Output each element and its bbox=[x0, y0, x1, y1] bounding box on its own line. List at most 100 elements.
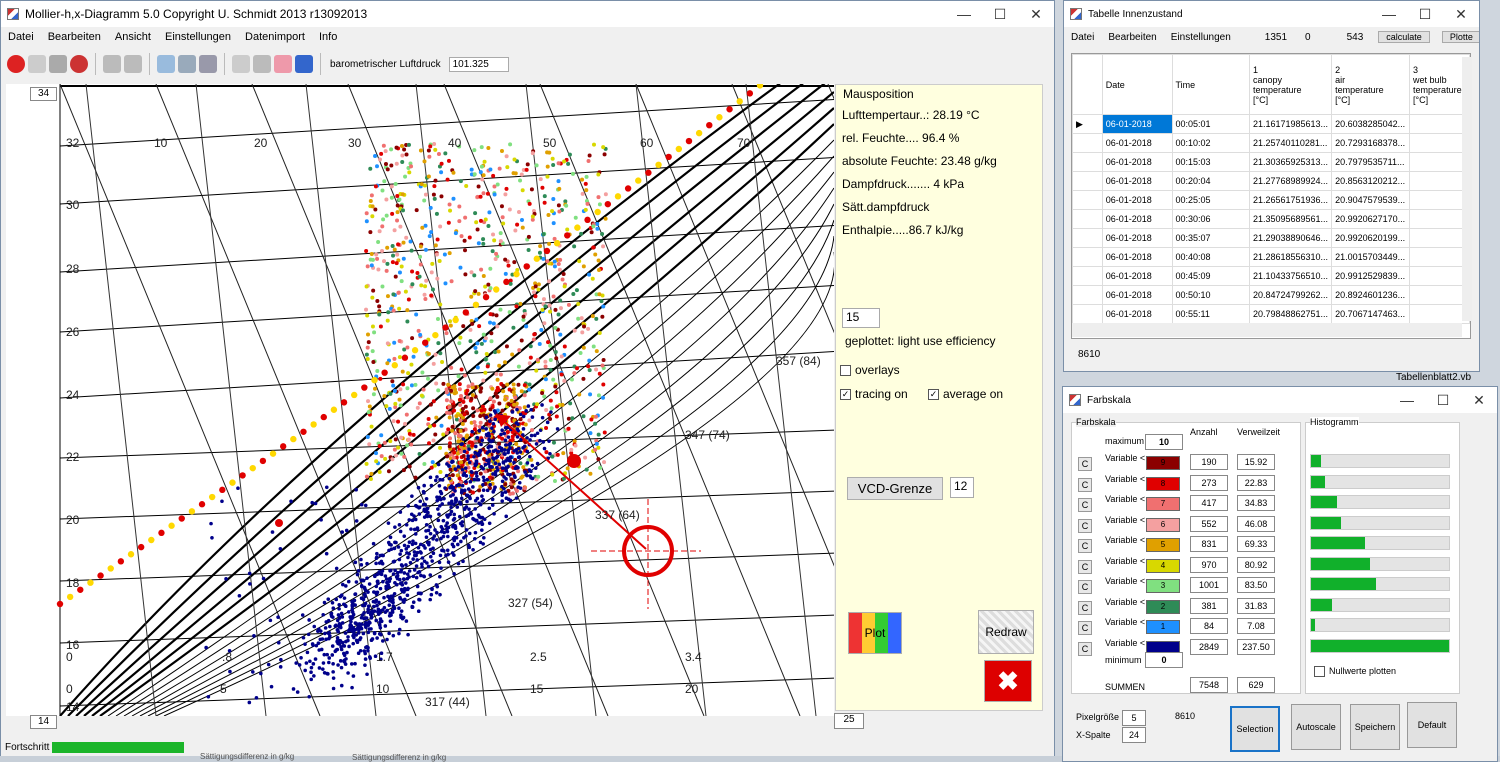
row-selector[interactable]: ▶ bbox=[1072, 114, 1103, 134]
save-button[interactable]: Speichern bbox=[1350, 704, 1400, 750]
minimize-icon[interactable]: — bbox=[1371, 6, 1407, 22]
color-pick-button[interactable]: C bbox=[1078, 580, 1092, 594]
menu-datei[interactable]: Datei bbox=[1064, 32, 1101, 43]
overlays-checkbox[interactable]: overlays bbox=[840, 363, 900, 377]
color-swatch[interactable]: 2 bbox=[1146, 599, 1180, 614]
table-cell[interactable]: 20.7293168378... bbox=[1331, 133, 1411, 153]
table-cell[interactable]: 21.30365925313... bbox=[1248, 152, 1333, 172]
table-cell[interactable] bbox=[1409, 285, 1470, 305]
table-row[interactable]: 06-01-2018 00:30:06 21.35095689561... 20.99… bbox=[1072, 209, 1470, 229]
table-cell[interactable]: 06-01-2018 bbox=[1101, 266, 1173, 286]
color-swatch[interactable]: 5 bbox=[1146, 538, 1180, 552]
col-time[interactable]: Time bbox=[1171, 54, 1250, 115]
palette-icon[interactable] bbox=[274, 55, 292, 73]
table-cell[interactable]: 06-01-2018 bbox=[1101, 209, 1173, 229]
close-icon[interactable]: ✕ bbox=[1461, 392, 1497, 409]
table-cell[interactable]: 06-01-2018 bbox=[1101, 304, 1173, 324]
table-cell[interactable] bbox=[1409, 114, 1470, 134]
redraw-button[interactable]: Redraw bbox=[978, 610, 1034, 654]
plotte-button[interactable]: Plotte bbox=[1441, 31, 1479, 43]
menu-bearbeiten[interactable]: Bearbeiten bbox=[1101, 32, 1163, 43]
table-cell[interactable]: 20.8563120212... bbox=[1331, 171, 1411, 191]
chart-area[interactable] bbox=[6, 84, 834, 716]
table-cell[interactable]: 00:25:05 bbox=[1171, 190, 1250, 210]
table-row[interactable]: 06-01-2018 00:35:07 21.29038890646... 20.99… bbox=[1072, 228, 1470, 248]
table-cell[interactable]: 20.9920627170... bbox=[1331, 209, 1411, 229]
table-cell[interactable]: 06-01-2018 bbox=[1101, 114, 1173, 134]
ruler-icon[interactable] bbox=[178, 55, 196, 73]
table-cell[interactable]: 20.9920620199... bbox=[1331, 228, 1411, 248]
menu-einstellungen[interactable]: Einstellungen bbox=[1164, 32, 1238, 43]
default-button[interactable]: Default bbox=[1407, 702, 1457, 748]
row-selector[interactable] bbox=[1072, 247, 1103, 267]
menu-datenimport[interactable]: Datenimport bbox=[238, 31, 312, 43]
table-cell[interactable]: 21.26561751936... bbox=[1248, 190, 1333, 210]
row-selector[interactable] bbox=[1072, 304, 1103, 324]
table-cell[interactable]: 21.10433756510... bbox=[1248, 266, 1333, 286]
table-cell[interactable]: 06-01-2018 bbox=[1101, 190, 1173, 210]
table-cell[interactable]: 21.28618556310... bbox=[1248, 247, 1333, 267]
table-cell[interactable]: 06-01-2018 bbox=[1101, 285, 1173, 305]
menu-bearbeiten[interactable]: Bearbeiten bbox=[41, 31, 108, 43]
table-cell[interactable]: 00:20:04 bbox=[1171, 171, 1250, 191]
table-row[interactable]: 06-01-2018 00:25:05 21.26561751936... 20.90… bbox=[1072, 190, 1470, 210]
table-cell[interactable] bbox=[1409, 171, 1470, 191]
color-swatch[interactable]: 9 bbox=[1146, 456, 1180, 470]
col-wetbulb[interactable]: 3 wet bulb temperature [°C] bbox=[1409, 54, 1470, 115]
autoscale-button[interactable]: Autoscale bbox=[1291, 704, 1341, 750]
table-cell[interactable]: 20.8924601236... bbox=[1331, 285, 1411, 305]
table-hscroll[interactable] bbox=[1072, 323, 1462, 337]
table-cell[interactable]: 00:35:07 bbox=[1171, 228, 1250, 248]
table-cell[interactable] bbox=[1409, 304, 1470, 324]
table-cell[interactable]: 00:40:08 bbox=[1171, 247, 1250, 267]
col-date[interactable]: Date bbox=[1101, 54, 1173, 115]
table-cell[interactable]: 21.27768989924... bbox=[1248, 171, 1333, 191]
x-max-box[interactable]: 25 bbox=[834, 713, 864, 729]
table-cell[interactable]: 00:30:06 bbox=[1171, 209, 1250, 229]
bottom-temp-box[interactable]: 14 bbox=[30, 715, 57, 729]
mollier-chart[interactable] bbox=[6, 84, 834, 716]
color-pick-button[interactable]: C bbox=[1078, 498, 1092, 512]
row-selector[interactable] bbox=[1072, 190, 1103, 210]
paste-icon[interactable] bbox=[124, 55, 142, 73]
grid-icon[interactable] bbox=[28, 55, 46, 73]
table-vscroll[interactable] bbox=[1462, 57, 1472, 321]
color-pick-button[interactable]: C bbox=[1078, 457, 1092, 471]
pixel-input[interactable]: 5 bbox=[1122, 710, 1146, 726]
table-cell[interactable]: 21.0015703449... bbox=[1331, 247, 1411, 267]
row-selector[interactable] bbox=[1072, 209, 1103, 229]
maximize-icon[interactable]: ☐ bbox=[1425, 392, 1461, 409]
color-pick-button[interactable]: C bbox=[1078, 641, 1092, 656]
table2-icon[interactable] bbox=[253, 55, 271, 73]
menu-info[interactable]: Info bbox=[312, 31, 344, 43]
plot-button[interactable]: Plot bbox=[848, 612, 902, 654]
min-input[interactable]: 0 bbox=[1145, 652, 1183, 668]
maximize-icon[interactable]: ☐ bbox=[1407, 6, 1443, 23]
color-pick-button[interactable]: C bbox=[1078, 559, 1092, 574]
menu-datei[interactable]: Datei bbox=[1, 31, 41, 43]
stop-icon[interactable] bbox=[7, 55, 25, 73]
flag-icon[interactable] bbox=[295, 55, 313, 73]
selection-button[interactable]: Selection bbox=[1230, 706, 1280, 752]
col-air[interactable]: 2 air temperature [°C] bbox=[1331, 54, 1411, 115]
table-cell[interactable] bbox=[1409, 133, 1470, 153]
table-cell[interactable]: 20.7979535711... bbox=[1331, 152, 1411, 172]
minimize-icon[interactable]: — bbox=[946, 6, 982, 22]
row-selector[interactable] bbox=[1072, 171, 1103, 191]
row-selector[interactable] bbox=[1072, 133, 1103, 153]
row-selector[interactable] bbox=[1072, 266, 1103, 286]
table-cell[interactable]: 06-01-2018 bbox=[1101, 152, 1173, 172]
table-cell[interactable]: 21.29038890646... bbox=[1248, 228, 1333, 248]
table-row[interactable]: 06-01-2018 00:45:09 21.10433756510... 20.99… bbox=[1072, 266, 1470, 286]
row-selector[interactable] bbox=[1072, 152, 1103, 172]
table-cell[interactable] bbox=[1409, 247, 1470, 267]
table-cell[interactable]: 20.79848862751... bbox=[1248, 304, 1333, 324]
col-canopy[interactable]: 1 canopy temperature [°C] bbox=[1248, 54, 1333, 115]
table-cell[interactable]: 00:55:11 bbox=[1171, 304, 1250, 324]
table-cell[interactable]: 20.6038285042... bbox=[1331, 114, 1411, 134]
table-cell[interactable] bbox=[1409, 152, 1470, 172]
row-selector[interactable] bbox=[1072, 228, 1103, 248]
table-row[interactable]: 06-01-2018 00:10:02 21.25740110281... 20.72… bbox=[1072, 133, 1470, 153]
menu-ansicht[interactable]: Ansicht bbox=[108, 31, 158, 43]
table-cell[interactable]: 06-01-2018 bbox=[1101, 247, 1173, 267]
